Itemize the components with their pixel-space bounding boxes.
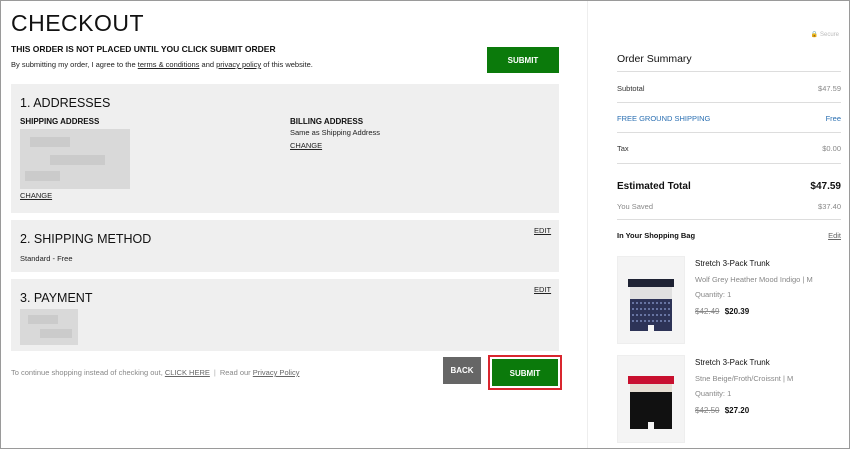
change-shipping-link[interactable]: CHANGE <box>20 191 52 200</box>
footer-privacy-link[interactable]: Privacy Policy <box>253 368 300 377</box>
product-name-2[interactable]: Stretch 3-Pack Trunk <box>695 358 770 367</box>
subtotal-row: Subtotal $47.59 <box>617 84 841 93</box>
secure-indicator: 🔒 Secure <box>811 31 839 38</box>
product-color-2: Stne Beige/Froth/Croissnt | M <box>695 374 794 383</box>
payment-section: 3. PAYMENT EDIT <box>11 279 559 351</box>
total-value: $47.59 <box>810 181 841 192</box>
shipping-row: FREE GROUND SHIPPING Free <box>617 114 841 123</box>
subtotal-label: Subtotal <box>617 84 645 93</box>
bag-edit-link[interactable]: Edit <box>828 231 841 240</box>
addresses-title: 1. ADDRESSES <box>20 96 111 110</box>
submit-order-button-top[interactable]: SUBMIT ORDER <box>487 47 559 91</box>
summary-divider-4 <box>617 163 841 164</box>
shipping-address-redacted <box>20 129 130 189</box>
privacy-link[interactable]: privacy policy <box>216 60 261 69</box>
product-price-1: $42.49 $20.39 <box>695 307 749 316</box>
footer-continue-prefix: To continue shopping instead of checking… <box>11 368 165 377</box>
product-name-1[interactable]: Stretch 3-Pack Trunk <box>695 259 770 268</box>
total-label: Estimated Total <box>617 181 691 192</box>
secure-label: Secure <box>819 32 839 38</box>
submit-order-highlight: SUBMIT ORDER <box>488 355 562 405</box>
column-divider <box>587 1 588 448</box>
agreement-text: By submitting my order, I agree to the t… <box>11 60 313 69</box>
agreement-prefix: By submitting my order, I agree to the <box>11 60 138 69</box>
product-was-price-2: $42.50 <box>695 406 720 415</box>
product-image-2[interactable] <box>617 355 685 443</box>
saved-row: You Saved $37.40 <box>617 202 841 211</box>
summary-divider-5 <box>617 219 841 220</box>
product-was-price-1: $42.49 <box>695 307 720 316</box>
product-quantity-1: Quantity: 1 <box>695 290 732 299</box>
edit-shipping-method-link[interactable]: EDIT <box>534 226 551 235</box>
product-price-2: $42.50 $27.20 <box>695 406 749 415</box>
shipping-method-value: Standard - Free <box>20 254 73 263</box>
trunk-image <box>628 279 674 331</box>
click-here-link[interactable]: CLICK HERE <box>165 368 210 377</box>
shipping-value: Free <box>825 114 841 123</box>
product-now-price-2: $27.20 <box>724 406 750 415</box>
footer-read-our: Read our <box>219 368 253 377</box>
order-summary-title: Order Summary <box>617 53 692 65</box>
checkout-page: CHECKOUT THIS ORDER IS NOT PLACED UNTIL … <box>0 0 850 449</box>
total-row: Estimated Total $47.59 <box>617 181 841 192</box>
agreement-suffix: of this website. <box>261 60 313 69</box>
order-notice: THIS ORDER IS NOT PLACED UNTIL YOU CLICK… <box>11 44 276 54</box>
change-billing-link[interactable]: CHANGE <box>290 141 322 150</box>
shipping-address-title: SHIPPING ADDRESS <box>20 117 100 126</box>
billing-address-title: BILLING ADDRESS <box>290 117 364 126</box>
subtotal-value: $47.59 <box>818 84 841 93</box>
footer-separator: | <box>213 368 216 377</box>
shipping-label: FREE GROUND SHIPPING <box>617 114 711 123</box>
trunk-image <box>628 376 674 429</box>
page-title: CHECKOUT <box>11 10 145 36</box>
product-now-price-1: $20.39 <box>724 307 750 316</box>
saved-value: $37.40 <box>818 202 841 211</box>
bag-label: In Your Shopping Bag <box>617 231 696 240</box>
shipping-method-section: 2. SHIPPING METHOD Standard - Free EDIT <box>11 220 559 272</box>
back-button[interactable]: BACK <box>443 357 481 384</box>
product-color-1: Wolf Grey Heather Mood Indigo | M <box>695 275 813 284</box>
payment-title: 3. PAYMENT <box>20 291 93 305</box>
summary-divider-1 <box>617 71 841 72</box>
tax-value: $0.00 <box>822 144 841 153</box>
edit-payment-link[interactable]: EDIT <box>534 285 551 294</box>
shipping-method-title: 2. SHIPPING METHOD <box>20 232 152 246</box>
submit-order-button-bottom[interactable]: SUBMIT ORDER <box>492 359 558 405</box>
bag-row: In Your Shopping Bag Edit <box>617 231 841 240</box>
tax-label: Tax <box>617 144 629 153</box>
payment-redacted <box>20 309 78 345</box>
billing-address-value: Same as Shipping Address <box>290 128 381 137</box>
saved-label: You Saved <box>617 202 654 211</box>
summary-divider-2 <box>617 102 841 103</box>
lock-icon: 🔒 <box>810 32 819 38</box>
product-quantity-2: Quantity: 1 <box>695 389 732 398</box>
footer-continue-text: To continue shopping instead of checking… <box>11 368 299 377</box>
addresses-section: 1. ADDRESSES SHIPPING ADDRESS CHANGE BIL… <box>11 84 559 213</box>
agreement-and: and <box>199 60 217 69</box>
terms-link[interactable]: terms & conditions <box>138 60 200 69</box>
summary-divider-3 <box>617 132 841 133</box>
tax-row: Tax $0.00 <box>617 144 841 153</box>
product-image-1[interactable] <box>617 256 685 344</box>
